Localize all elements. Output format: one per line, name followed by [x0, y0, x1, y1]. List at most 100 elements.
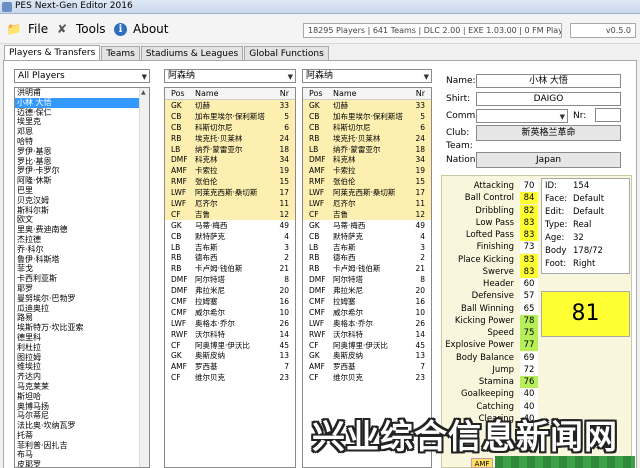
player-list-item[interactable]: 奥博马扬: [15, 402, 140, 412]
stat-value[interactable]: 60: [520, 278, 538, 290]
player-list-item[interactable]: 罗伊·基恩: [15, 147, 140, 157]
player-list-item[interactable]: 法比奥·坎纳瓦罗: [15, 421, 140, 431]
stat-value[interactable]: 40: [520, 388, 538, 401]
player-list-item[interactable]: 马尔蒂尼: [15, 411, 140, 421]
roster-row[interactable]: CB 科斯切尔尼 6: [165, 121, 295, 133]
roster-row[interactable]: RB 卡卢姆·钱伯斯 21: [303, 263, 431, 274]
player-list-scrollbar[interactable]: ▲: [139, 88, 149, 467]
roster-row[interactable]: DMF 阿尔特塔 8: [165, 274, 295, 285]
roster-row[interactable]: CF 阿奥博里·伊沃比 45: [303, 340, 431, 351]
name-field[interactable]: 小林 大悟: [476, 74, 621, 88]
player-list-item[interactable]: 菲利普·因扎吉: [15, 441, 140, 451]
player-list-item[interactable]: 菲戈: [15, 264, 140, 274]
stat-value[interactable]: 77: [520, 339, 538, 352]
tab-stadiums-leagues[interactable]: Stadiums & Leagues: [140, 46, 244, 61]
menu-file[interactable]: 📁 File: [6, 20, 49, 38]
stat-value[interactable]: 82: [520, 204, 538, 217]
player-list-item[interactable]: 阿隆·休斯: [15, 176, 140, 186]
stat-value[interactable]: 83: [520, 216, 538, 229]
roster-row[interactable]: RWF 沃尔科特 14: [165, 329, 295, 340]
roster-row[interactable]: RMF 张伯伦 15: [303, 176, 431, 188]
stat-value[interactable]: 70: [520, 180, 538, 192]
roster-row[interactable]: AMF 卡索拉 19: [303, 165, 431, 177]
roster-row[interactable]: RB 埃克托·贝莱林 24: [303, 132, 431, 144]
roster-row[interactable]: LWF 阿莱克西斯·桑切斯 17: [303, 187, 431, 199]
player-list-item[interactable]: 曼努埃尔·巴勃罗: [15, 294, 140, 304]
menu-about[interactable]: i About: [114, 20, 168, 38]
player-list-item[interactable]: 卡西利亚斯: [15, 274, 140, 284]
player-list[interactable]: 洪明甫 小林 大悟 迈德·保仁 埃里克 邓恩 哈特 罗伊·基恩 罗比·基恩 罗伊·卡罗尔 阿隆·休…: [14, 87, 150, 468]
roster-row[interactable]: DMF 弗拉米尼 20: [303, 285, 431, 296]
player-list-item[interactable]: 布马: [15, 450, 140, 460]
stat-value[interactable]: 78: [520, 314, 538, 327]
player-list-item[interactable]: 罗伊·卡罗尔: [15, 166, 140, 176]
player-list-item[interactable]: 图拉姆: [15, 353, 140, 363]
roster-row[interactable]: GK 奥斯皮纳 13: [165, 350, 295, 361]
roster-row[interactable]: CMF 拉姆塞 16: [165, 296, 295, 307]
player-list-item[interactable]: 小林 大悟: [15, 97, 140, 108]
stat-value[interactable]: 76: [520, 376, 538, 388]
roster-row[interactable]: RMF 张伯伦 15: [165, 176, 295, 188]
roster-row[interactable]: LB 吉布斯 3: [165, 242, 295, 253]
player-list-item[interactable]: 利杜拉: [15, 343, 140, 353]
roster-row[interactable]: RWF 沃尔科特 14: [303, 329, 431, 340]
stat-value[interactable]: 83: [520, 253, 538, 266]
roster-row[interactable]: GK 马蒂·梅西 49: [303, 220, 431, 231]
tab-players-transfers[interactable]: Players & Transfers: [4, 45, 101, 61]
col-pos[interactable]: Pos: [171, 88, 185, 100]
col-name[interactable]: Name: [195, 88, 219, 100]
player-list-item[interactable]: 巴里: [15, 186, 140, 196]
roster-row[interactable]: CMF 威尔希尔 10: [303, 307, 431, 318]
player-list-item[interactable]: 耶罗: [15, 284, 140, 294]
nation-button[interactable]: Japan: [476, 152, 621, 168]
menu-tools[interactable]: ✘ Tools: [54, 20, 106, 38]
player-list-item[interactable]: 路易: [15, 313, 140, 323]
stat-value[interactable]: 65: [520, 302, 538, 315]
stat-value[interactable]: 73: [520, 241, 538, 254]
roster-row[interactable]: CB 加布里埃尔·保利斯塔 5: [165, 110, 295, 122]
roster-row[interactable]: DMF 弗拉米尼 20: [165, 285, 295, 296]
club-button[interactable]: 新英格兰革命: [476, 125, 621, 141]
roster-row[interactable]: CF 维尔贝克 23: [165, 372, 295, 383]
player-filter-dropdown[interactable]: All Players ▼: [14, 69, 150, 83]
player-list-item[interactable]: 埃斯特万·坎比亚索: [15, 323, 140, 333]
team2-dropdown[interactable]: 阿森纳 ▼: [302, 69, 432, 83]
roster-row[interactable]: RB 卡卢姆·钱伯斯 21: [165, 263, 295, 274]
player-list-item[interactable]: 德里科: [15, 333, 140, 343]
roster-row[interactable]: CF 阿奥博里·伊沃比 45: [165, 340, 295, 351]
player-list-item[interactable]: 迈德·保仁: [15, 108, 140, 118]
roster-row[interactable]: LWF 厄齐尔 11: [165, 198, 295, 209]
player-list-item[interactable]: 贝克汉姆: [15, 196, 140, 206]
stat-value[interactable]: 72: [520, 363, 538, 376]
roster-row[interactable]: LWF 厄齐尔 11: [303, 198, 431, 209]
player-list-item[interactable]: 托蒂: [15, 431, 140, 441]
roster-row[interactable]: LWF 奥格本·乔尔 26: [165, 318, 295, 329]
player-list-item[interactable]: 斯坦哈: [15, 392, 140, 402]
player-list-item[interactable]: 埃里克: [15, 117, 140, 127]
player-list-item[interactable]: 欧文: [15, 215, 140, 225]
player-list-item[interactable]: 齐达内: [15, 372, 140, 382]
col-nr[interactable]: Nr: [416, 88, 425, 100]
col-pos[interactable]: Pos: [309, 88, 323, 100]
roster-row[interactable]: LWF 奥格本·乔尔 26: [303, 318, 431, 329]
player-list-item[interactable]: 洪明甫: [15, 88, 140, 98]
team1-dropdown[interactable]: 阿森纳 ▼: [164, 69, 296, 83]
roster-row[interactable]: CB 默特萨克 4: [303, 231, 431, 242]
roster-row[interactable]: RB 埃克托·贝莱林 24: [165, 132, 295, 144]
roster-row[interactable]: LWF 阿莱克西斯·桑切斯 17: [165, 187, 295, 199]
player-list-item[interactable]: 皮耶罗: [15, 460, 140, 467]
shirt-field[interactable]: DAIGO: [476, 92, 621, 106]
roster-row[interactable]: GK 奥斯皮纳 13: [303, 350, 431, 361]
team1-roster[interactable]: Pos Name Nr GK 切赫 33 CB 加布里埃尔·保利斯塔 5 CB 科斯切尔尼 6 R…: [164, 87, 296, 468]
roster-row[interactable]: RB 德布西 2: [303, 252, 431, 263]
stat-value[interactable]: 69: [520, 351, 538, 364]
stat-value[interactable]: 83: [520, 265, 538, 278]
roster-row[interactable]: GK 切赫 33: [303, 100, 431, 111]
nr-field[interactable]: [595, 108, 621, 122]
player-list-item[interactable]: 瓜迪奥拉: [15, 304, 140, 314]
player-list-item[interactable]: 哈特: [15, 137, 140, 147]
roster-row[interactable]: CB 科斯切尔尼 6: [303, 121, 431, 133]
roster-row[interactable]: AMF 卡索拉 19: [165, 165, 295, 177]
roster-row[interactable]: CB 默特萨克 4: [165, 231, 295, 242]
player-list-item[interactable]: 斯科尔斯: [15, 206, 140, 216]
